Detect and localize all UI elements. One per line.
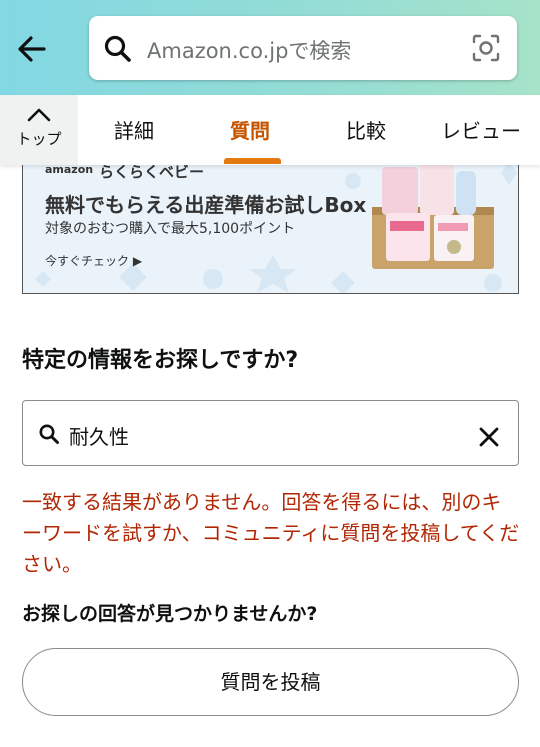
- chevron-up-icon: [27, 108, 51, 122]
- back-button[interactable]: [14, 30, 52, 68]
- tab-reviews[interactable]: レビュー: [441, 115, 521, 144]
- banner-cta-link[interactable]: 今すぐチェック ▶: [45, 252, 142, 269]
- scroll-top-label: トップ: [16, 130, 62, 148]
- tab-compare[interactable]: 比較: [346, 115, 386, 144]
- banner-headline: 無料でもらえる出産準備お試しBox: [45, 193, 367, 217]
- post-question-button[interactable]: 質問を投稿: [22, 648, 519, 716]
- baby-products-box-image: [372, 163, 494, 269]
- app-header: Amazon.co.jpで検索: [0, 0, 540, 95]
- product-tab-bar: トップ 詳細 質問 比較 レビュー: [0, 95, 540, 165]
- scroll-top-button[interactable]: トップ: [0, 95, 78, 165]
- search-bar[interactable]: Amazon.co.jpで検索: [89, 16, 517, 80]
- active-tab-indicator: [224, 158, 281, 164]
- arrow-left-icon: [18, 36, 46, 62]
- banner-subtext: 対象のおむつ購入で最大5,100ポイント: [45, 221, 296, 237]
- close-icon[interactable]: [478, 426, 500, 448]
- tab-details[interactable]: 詳細: [114, 115, 154, 144]
- search-icon: [39, 424, 59, 444]
- answer-not-found-heading: お探しの回答が見つかりませんか?: [22, 603, 318, 625]
- no-results-message: 一致する結果がありません。回答を得るには、別のキーワードを試すか、コミュニティに…: [22, 490, 520, 576]
- promo-banner[interactable]: amazon らくらくベビー 無料でもらえる出産準備お試しBox 対象のおむつ購…: [22, 150, 519, 294]
- search-icon: [104, 35, 131, 62]
- tab-questions[interactable]: 質問: [230, 115, 270, 144]
- search-placeholder: Amazon.co.jpで検索: [147, 39, 352, 63]
- camera-scan-icon[interactable]: [471, 33, 501, 63]
- qa-section-title: 特定の情報をお探しですか?: [22, 348, 299, 373]
- qa-search-input[interactable]: 耐久性: [22, 400, 519, 466]
- qa-search-value: 耐久性: [69, 425, 129, 449]
